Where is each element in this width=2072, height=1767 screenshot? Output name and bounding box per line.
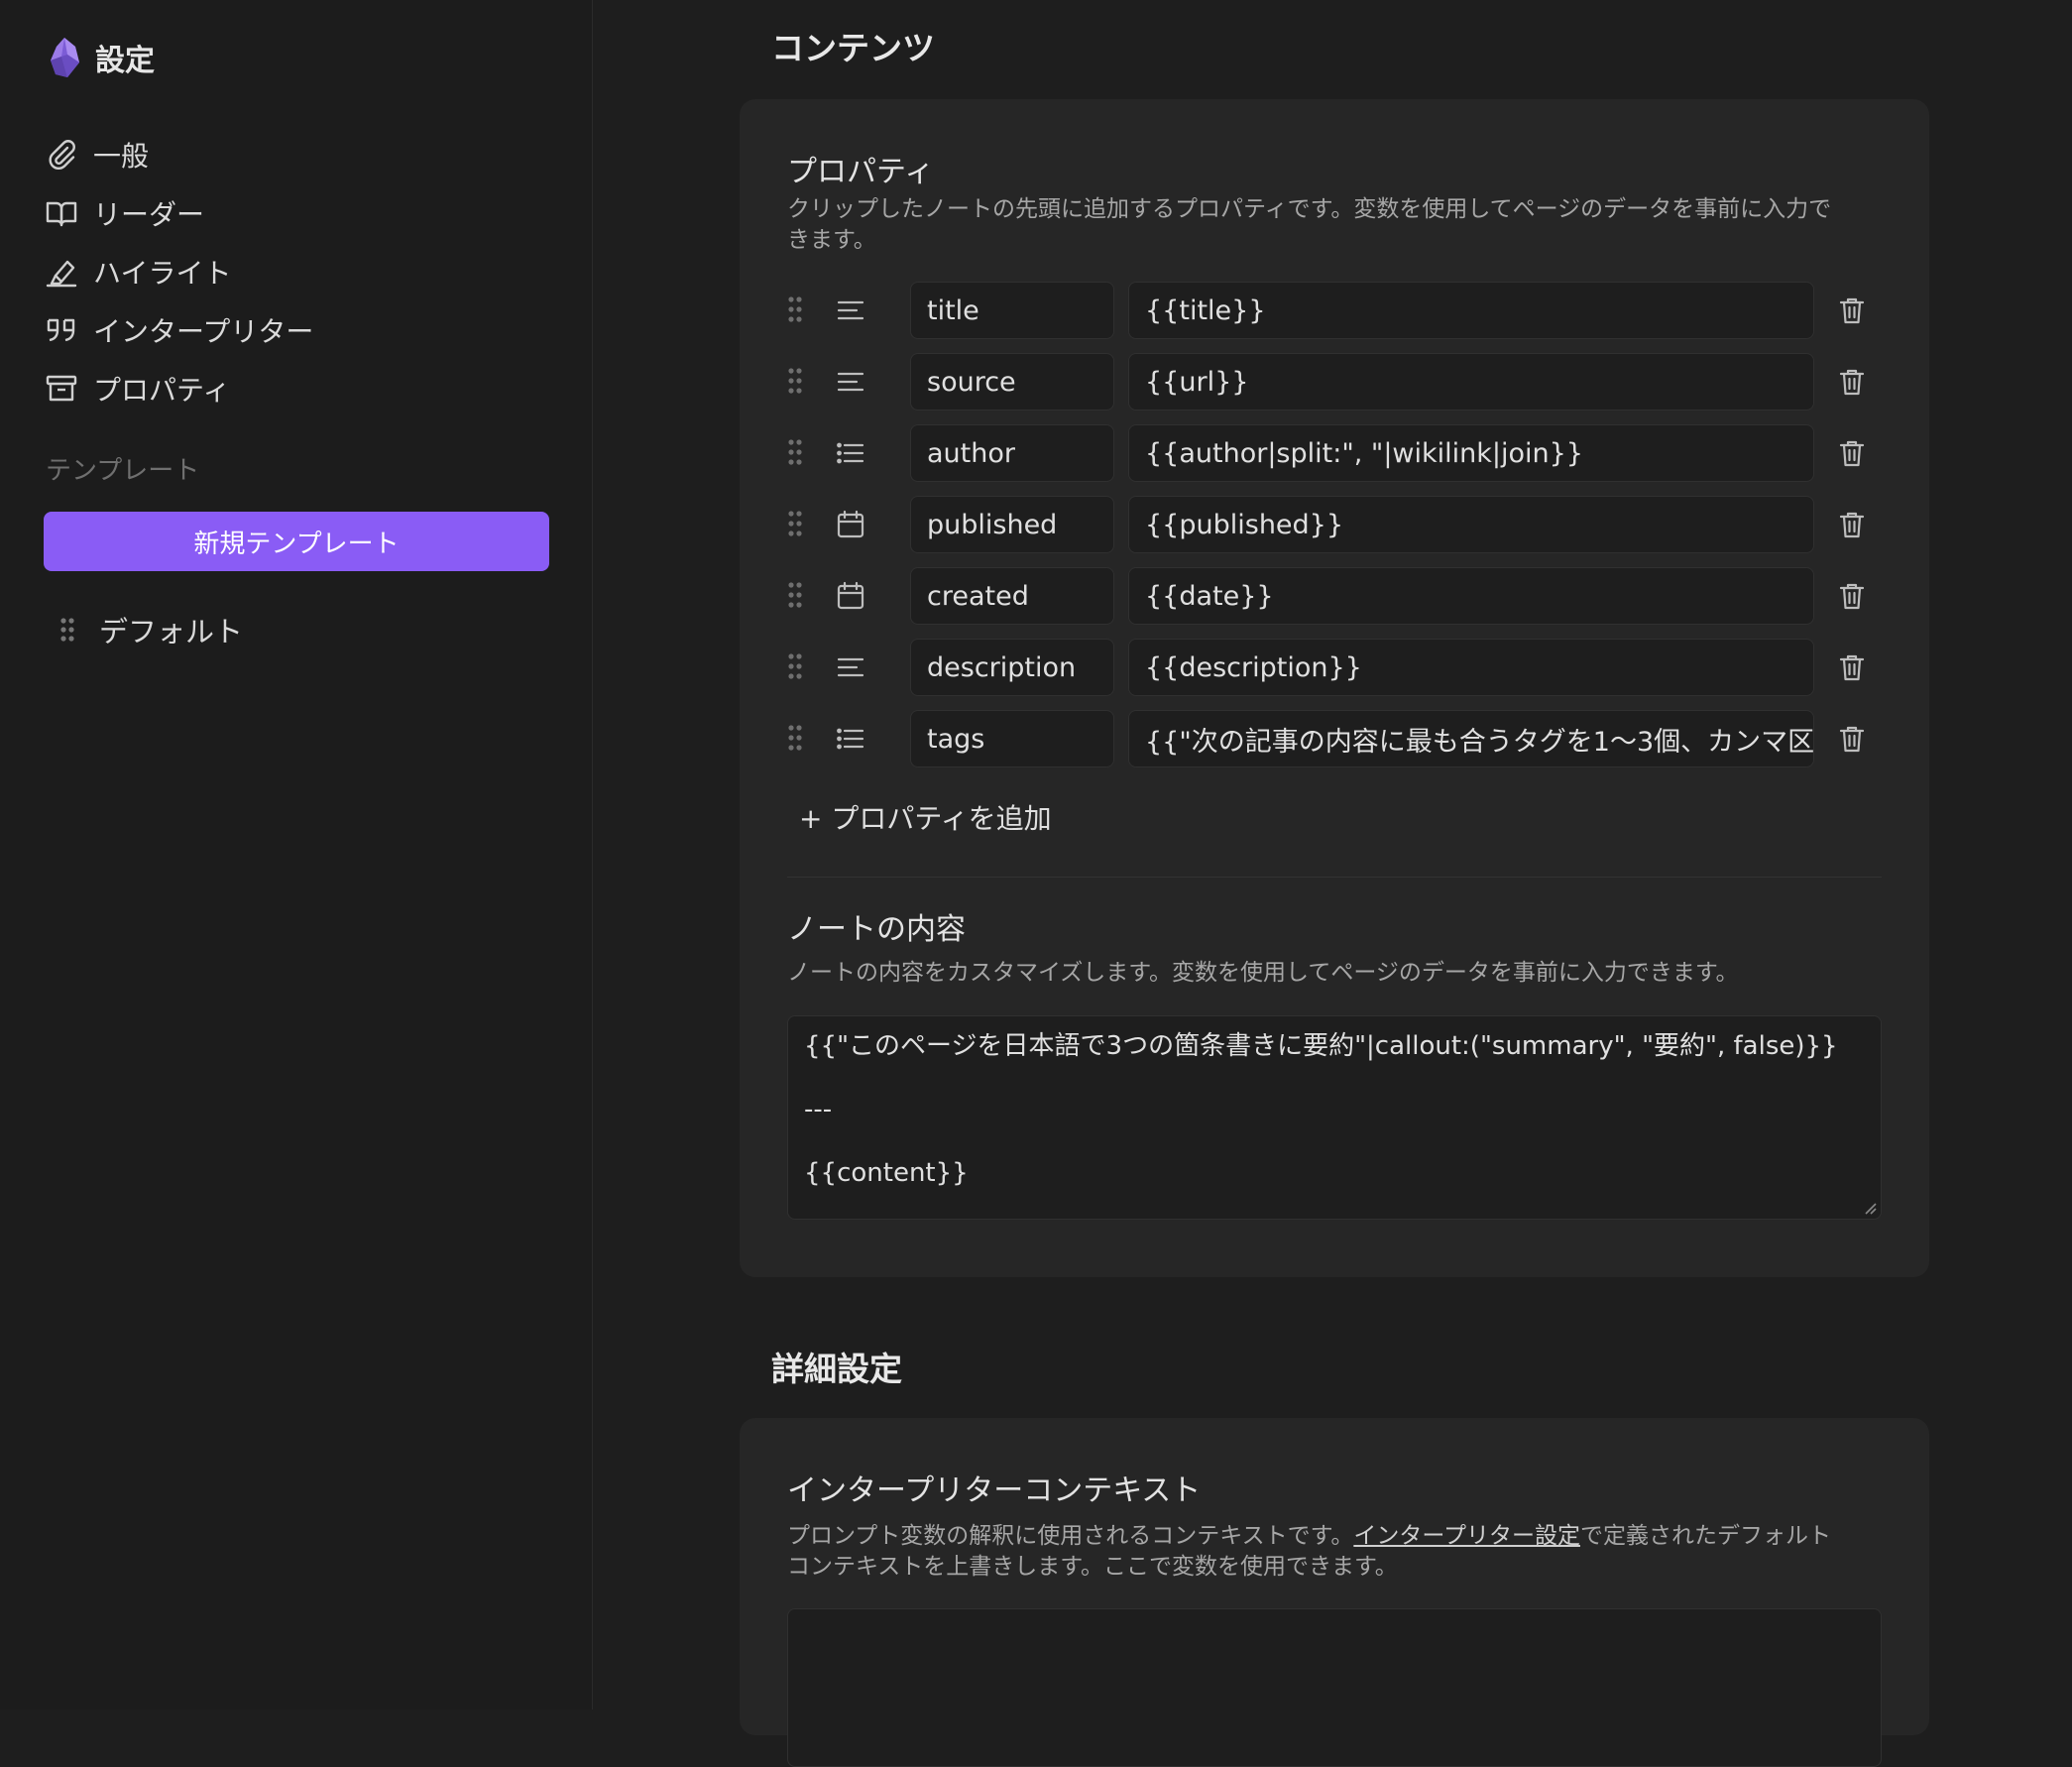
property-row: tags {{"次の記事の内容に最も合うタグを1〜3個、カンマ区切	[787, 710, 1888, 767]
property-row: created {{date}}	[787, 567, 1888, 625]
delete-property-trash-icon[interactable]	[1836, 437, 1868, 469]
calendar-type-icon[interactable]	[835, 580, 866, 612]
note-content-textarea[interactable]: {{"このページを日本語で3つの箇条書きに要約"|callout:("summa…	[787, 1015, 1882, 1220]
highlighter-icon	[44, 254, 79, 290]
property-value-input[interactable]: {{title}}	[1128, 282, 1814, 339]
properties-title: プロパティ	[787, 155, 935, 189]
nav-item-reader[interactable]: リーダー	[44, 183, 559, 242]
property-row: published {{published}}	[787, 496, 1888, 553]
delete-property-trash-icon[interactable]	[1836, 366, 1868, 398]
sidebar-header: 設定	[48, 36, 155, 79]
property-value-input[interactable]: {{published}}	[1128, 496, 1814, 553]
nav-item-label: プロパティ	[93, 373, 231, 407]
property-value-input[interactable]: {{date}}	[1128, 567, 1814, 625]
property-name-input[interactable]: created	[910, 567, 1114, 625]
property-value-input[interactable]: {{description}}	[1128, 639, 1814, 696]
settings-nav: 一般 リーダー ハイライト インタープリター プロパティ	[44, 125, 559, 417]
drag-handle-icon[interactable]	[787, 652, 803, 680]
list-type-icon[interactable]	[835, 437, 866, 469]
list-type-icon[interactable]	[835, 723, 866, 755]
template-item-label: デフォルト	[99, 615, 244, 648]
property-name-input[interactable]: source	[910, 353, 1114, 411]
nav-item-label: インタープリター	[93, 314, 314, 348]
nav-item-highlight[interactable]: ハイライト	[44, 242, 559, 300]
settings-title: 設定	[95, 44, 155, 78]
property-row: author {{author|split:", "|wikilink|join}…	[787, 424, 1888, 482]
interpreter-context-title: インタープリターコンテキスト	[787, 1473, 1202, 1508]
property-name-input[interactable]: author	[910, 424, 1114, 482]
text-type-icon[interactable]	[835, 651, 866, 683]
template-item-default[interactable]: デフォルト	[59, 609, 243, 650]
property-name-input[interactable]: description	[910, 639, 1114, 696]
text-type-icon[interactable]	[835, 294, 866, 326]
drag-handle-icon[interactable]	[59, 617, 75, 643]
interpreter-context-description: プロンプト変数の解釈に使用されるコンテキストです。インタープリター設定で定義され…	[787, 1523, 1831, 1580]
nav-item-general[interactable]: 一般	[44, 125, 559, 183]
templates-section-label: テンプレート	[46, 456, 200, 486]
nav-item-label: 一般	[93, 139, 150, 173]
property-name-input[interactable]: title	[910, 282, 1114, 339]
drag-handle-icon[interactable]	[787, 438, 803, 466]
quote-icon	[44, 312, 79, 348]
delete-property-trash-icon[interactable]	[1836, 723, 1868, 755]
property-value-input[interactable]: {{url}}	[1128, 353, 1814, 411]
advanced-card: インタープリターコンテキスト プロンプト変数の解釈に使用されるコンテキストです。…	[740, 1418, 1929, 1767]
advanced-section-heading: 詳細設定	[771, 1350, 902, 1388]
delete-property-trash-icon[interactable]	[1836, 509, 1868, 540]
paperclip-icon	[44, 137, 79, 173]
property-name-input[interactable]: published	[910, 496, 1114, 553]
content-section-heading: コンテンツ	[771, 29, 935, 67]
nav-item-label: ハイライト	[93, 256, 232, 290]
delete-property-trash-icon[interactable]	[1836, 580, 1868, 612]
settings-sidebar: 設定 一般 リーダー ハイライト インタープリター プロパティ テンプレート 新…	[0, 0, 593, 1709]
interpreter-settings-link[interactable]: インタープリター設定	[1353, 1523, 1580, 1549]
content-card: プロパティ クリップしたノートの先頭に追加するプロパティです。変数を使用してペー…	[740, 99, 1929, 1277]
properties-description: クリップしたノートの先頭に追加するプロパティです。変数を使用してページのデータを…	[787, 196, 1832, 253]
settings-main: コンテンツ プロパティ クリップしたノートの先頭に追加するプロパティです。変数を…	[593, 0, 2072, 1767]
property-row: description {{description}}	[787, 639, 1888, 696]
note-content-title: ノートの内容	[787, 912, 966, 947]
text-type-icon[interactable]	[835, 366, 866, 398]
drag-handle-icon[interactable]	[787, 724, 803, 752]
interpreter-context-textarea[interactable]	[787, 1608, 1882, 1767]
obsidian-logo-icon	[48, 37, 81, 78]
delete-property-trash-icon[interactable]	[1836, 294, 1868, 326]
resize-handle-icon[interactable]	[1863, 1201, 1877, 1215]
property-name-input[interactable]: tags	[910, 710, 1114, 767]
property-value-input[interactable]: {{author|split:", "|wikilink|join}}	[1128, 424, 1814, 482]
property-value-input[interactable]: {{"次の記事の内容に最も合うタグを1〜3個、カンマ区切	[1128, 710, 1814, 767]
delete-property-trash-icon[interactable]	[1836, 651, 1868, 683]
nav-item-interpreter[interactable]: インタープリター	[44, 300, 559, 359]
archive-icon	[44, 371, 79, 407]
drag-handle-icon[interactable]	[787, 581, 803, 609]
note-content-description: ノートの内容をカスタマイズします。変数を使用してページのデータを事前に入力できま…	[787, 960, 1739, 986]
add-property-button[interactable]: + プロパティを追加	[799, 797, 1052, 837]
nav-item-label: リーダー	[93, 197, 205, 231]
drag-handle-icon[interactable]	[787, 367, 803, 395]
property-row: title {{title}}	[787, 282, 1888, 339]
nav-item-properties[interactable]: プロパティ	[44, 359, 559, 417]
calendar-type-icon[interactable]	[835, 509, 866, 540]
section-divider	[787, 877, 1882, 878]
drag-handle-icon[interactable]	[787, 510, 803, 537]
book-icon	[44, 195, 79, 231]
new-template-button[interactable]: 新規テンプレート	[44, 512, 549, 571]
property-row: source {{url}}	[787, 353, 1888, 411]
drag-handle-icon[interactable]	[787, 295, 803, 323]
